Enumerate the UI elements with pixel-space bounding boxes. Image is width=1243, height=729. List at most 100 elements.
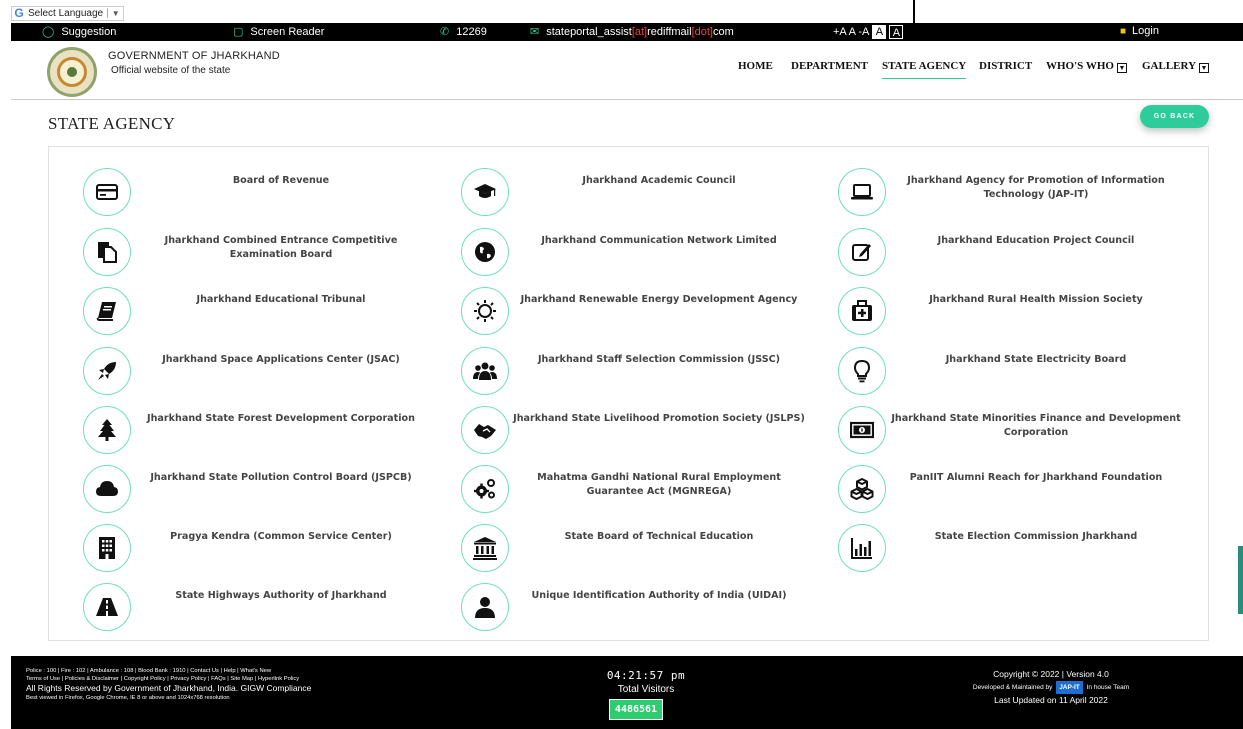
agency-item[interactable]: Jharkhand Rural Health Mission Society xyxy=(804,266,1180,335)
agency-item[interactable]: PanIIT Alumni Reach for Jharkhand Founda… xyxy=(804,444,1180,513)
graduation-cap-icon xyxy=(474,184,496,198)
agency-item[interactable]: Jharkhand Educational Tribunal xyxy=(49,266,425,335)
phone-icon: ✆ xyxy=(440,26,450,38)
documents-icon xyxy=(98,242,117,263)
japit-logo[interactable]: JAP-IT xyxy=(1056,681,1083,694)
agency-item[interactable]: Jharkhand Education Project Council xyxy=(804,207,1180,276)
agency-item[interactable]: State Election Commission Jharkhand xyxy=(804,503,1180,572)
agency-item[interactable]: Jharkhand State Livelihood Promotion Soc… xyxy=(427,385,805,454)
dropdown-icon: ▼ xyxy=(1199,63,1210,73)
agency-item[interactable]: Jharkhand Staff Selection Commission (JS… xyxy=(427,326,803,395)
edit-icon xyxy=(852,244,871,261)
agency-item[interactable]: Jharkhand Renewable Energy Development A… xyxy=(427,266,803,335)
developed-by: Developed & Maintained by JAP-IT In hous… xyxy=(941,681,1161,694)
handshake-icon xyxy=(474,424,496,439)
nav-gallery-label: GALLERY xyxy=(1142,60,1197,72)
agency-name: Jharkhand Education Project Council xyxy=(937,235,1135,246)
developed-by-team: In house Team xyxy=(1086,684,1130,691)
tree-icon xyxy=(98,419,116,441)
jharkhand-emblem-logo[interactable] xyxy=(47,47,97,97)
footer-clock: 04:21:57 pm xyxy=(606,669,686,682)
go-back-button[interactable]: GO BACK xyxy=(1140,105,1209,128)
light-contrast-button[interactable]: A xyxy=(872,25,887,39)
login-label: Login xyxy=(1132,25,1159,37)
language-selector-label: Select Language xyxy=(28,8,104,19)
font-size-controls: +A A -A A A xyxy=(833,25,904,39)
agency-name: Board of Revenue xyxy=(232,175,330,186)
separator: | xyxy=(106,8,109,19)
suggestion-link[interactable]: ◯ Suggestion xyxy=(42,25,117,39)
agency-item[interactable]: Jharkhand Space Applications Center (JSA… xyxy=(49,326,425,395)
font-size-buttons[interactable]: +A A -A xyxy=(833,26,869,38)
medkit-icon xyxy=(852,300,872,321)
developed-by-label: Developed & Maintained by xyxy=(972,684,1053,691)
agency-name: Jharkhand Renewable Energy Development A… xyxy=(520,294,798,305)
user-icon xyxy=(475,597,495,618)
email-link[interactable]: ✉ stateportal_assist [at] rediffmail [dot] c… xyxy=(530,25,734,39)
cogs-icon xyxy=(474,479,495,499)
agency-item[interactable]: Jharkhand Combined Entrance Competitive … xyxy=(49,207,425,276)
copyright: Copyright © 2022 | Version 4.0 xyxy=(993,669,1109,679)
footer-links: Police : 100 | Fire : 102 | Ambulance : … xyxy=(26,667,311,702)
agency-name: State Board of Technical Education xyxy=(564,531,754,542)
agency-item[interactable]: Jharkhand Agency for Promotion of Inform… xyxy=(804,147,1180,216)
agency-name: State Highways Authority of Jharkhand xyxy=(175,590,387,601)
suggestion-label: Suggestion xyxy=(61,25,117,38)
agency-icon-circle xyxy=(461,583,509,631)
rocket-icon xyxy=(98,362,116,380)
screen-reader-link[interactable]: ▢ Screen Reader xyxy=(233,25,324,39)
footer-policy-links[interactable]: Terms of Use | Policies & Disclaimer | C… xyxy=(26,675,311,683)
site-footer: Police : 100 | Fire : 102 | Ambulance : … xyxy=(11,656,1243,729)
agency-item[interactable]: Board of Revenue xyxy=(49,147,425,216)
footer-rights: All Rights Reserved by Government of Jha… xyxy=(26,683,312,693)
agency-item[interactable]: Jharkhand State Electricity Board xyxy=(804,326,1180,395)
agency-item[interactable]: Jharkhand Communication Network Limited xyxy=(427,207,803,276)
agency-item[interactable]: State Highways Authority of Jharkhand xyxy=(49,562,425,631)
translate-bar: G Select Language | ▼ xyxy=(0,0,1243,23)
agency-item[interactable]: Unique Identification Authority of India… xyxy=(427,562,803,631)
bar-chart-icon xyxy=(851,538,872,559)
agency-item[interactable]: Jharkhand State Pollution Control Board … xyxy=(49,444,425,513)
agency-item[interactable]: Jharkhand State Minorities Finance and D… xyxy=(804,385,1181,454)
dark-contrast-button[interactable]: A xyxy=(889,25,904,39)
agency-item[interactable]: Jharkhand Academic Council xyxy=(427,147,803,216)
nav-home[interactable]: HOME xyxy=(738,60,773,72)
agency-item[interactable]: State Board of Technical Education xyxy=(427,503,803,572)
agency-name: Jharkhand Combined Entrance Competitive … xyxy=(164,235,398,260)
agency-name: Jharkhand Staff Selection Commission (JS… xyxy=(537,354,781,365)
lightbulb-icon xyxy=(853,359,871,383)
agency-icon-circle xyxy=(83,583,131,631)
google-icon: G xyxy=(14,6,24,20)
nav-district[interactable]: DISTRICT xyxy=(979,60,1032,72)
agency-name: Mahatma Gandhi National Rural Employment… xyxy=(537,472,781,497)
nav-state-agency[interactable]: STATE AGENCY xyxy=(882,60,967,79)
dropdown-arrow-icon: ▼ xyxy=(111,9,120,18)
agency-name: State Election Commission Jharkhand xyxy=(934,531,1138,542)
language-selector[interactable]: G Select Language | ▼ xyxy=(11,6,124,21)
total-visitors-label: Total Visitors xyxy=(617,684,675,695)
laptop-icon xyxy=(851,184,873,200)
agency-item[interactable]: Pragya Kendra (Common Service Center) xyxy=(49,503,425,572)
credit-card-icon xyxy=(96,184,118,200)
agency-name: Unique Identification Authority of India… xyxy=(531,590,787,601)
cloud-icon xyxy=(96,481,118,496)
agency-name: Jharkhand State Forest Development Corpo… xyxy=(147,413,415,424)
agency-item[interactable]: Jharkhand State Forest Development Corpo… xyxy=(49,385,425,454)
nav-whos-who[interactable]: WHO'S WHO ▼ xyxy=(1046,60,1127,73)
email-part: com xyxy=(712,25,734,38)
agency-item[interactable]: Mahatma Gandhi National Rural Employment… xyxy=(427,444,803,513)
cubes-icon xyxy=(850,478,874,500)
lock-icon: ■ xyxy=(1120,25,1127,37)
login-link[interactable]: ■ Login xyxy=(1120,25,1159,37)
footer-emergency-links[interactable]: Police : 100 | Fire : 102 | Ambulance : … xyxy=(26,667,311,675)
site-title: GOVERNMENT OF JHARKHAND xyxy=(108,50,280,62)
utility-bar: ◯ Suggestion ▢ Screen Reader ✆ 12269 ✉ s… xyxy=(11,23,1243,41)
nav-department[interactable]: DEPARTMENT xyxy=(791,60,868,72)
page-title: STATE AGENCY xyxy=(48,114,176,133)
globe-icon xyxy=(475,242,495,262)
side-feedback-tab[interactable] xyxy=(1238,546,1243,614)
agency-name: Jharkhand Educational Tribunal xyxy=(196,294,366,305)
nav-gallery[interactable]: GALLERY ▼ xyxy=(1142,60,1210,73)
email-part: [dot] xyxy=(691,25,713,38)
email-part: [at] xyxy=(631,25,648,38)
